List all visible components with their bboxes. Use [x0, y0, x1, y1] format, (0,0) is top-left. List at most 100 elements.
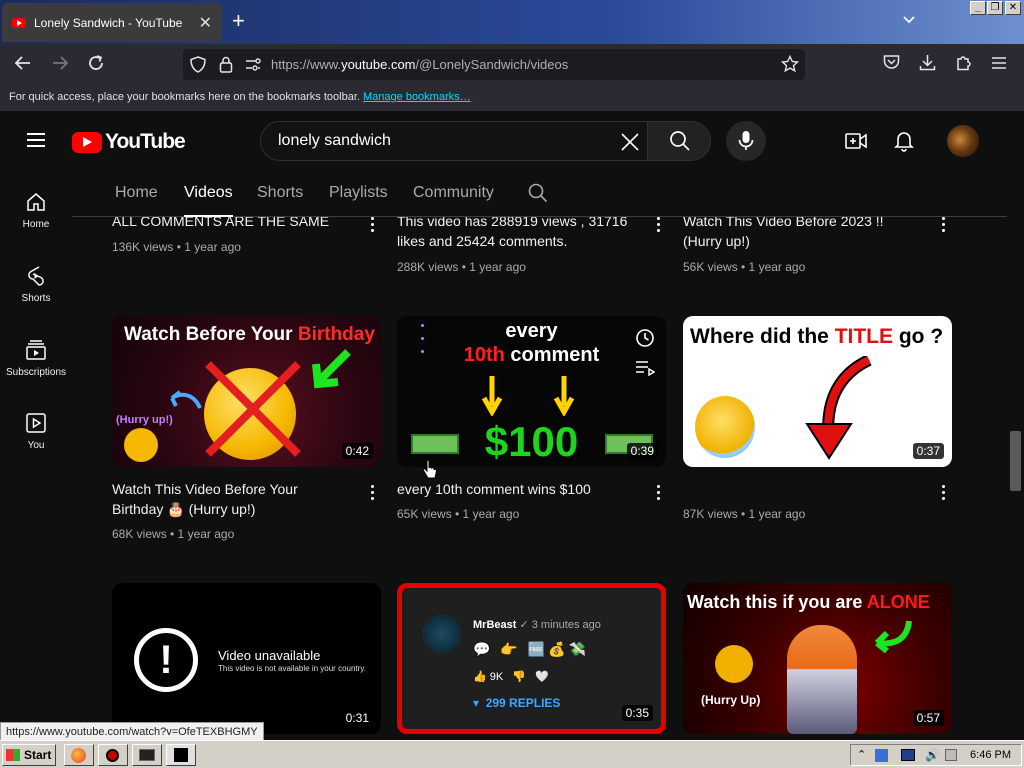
tray-misc-icon[interactable] — [945, 749, 957, 761]
youtube-play-icon — [72, 131, 102, 153]
video-title-line2[interactable]: (Hurry up!) — [683, 231, 750, 251]
extensions-icon[interactable] — [955, 54, 972, 75]
channel-tabs: Home Videos Shorts Playlists Community — [72, 171, 1007, 217]
new-tab-button[interactable]: + — [232, 8, 245, 34]
tab-home[interactable]: Home — [115, 184, 158, 202]
pocket-icon[interactable] — [883, 54, 900, 74]
browser-tab-bar: Lonely Sandwich - YouTube ✕ + _ ❐ ✕ — [0, 0, 1024, 44]
guide-menu-icon[interactable] — [27, 133, 45, 147]
account-avatar[interactable] — [947, 125, 979, 157]
minimize-window-button[interactable]: _ — [970, 1, 986, 15]
window-icon — [174, 748, 188, 762]
list-tabs-chevron-icon[interactable] — [902, 12, 916, 28]
page-scrollbar[interactable] — [1007, 111, 1024, 740]
video-title[interactable]: Watch This Video Before 2023 !! — [683, 217, 884, 231]
hand-cursor-icon — [422, 459, 438, 485]
unavailable-title: Video unavailable — [218, 648, 321, 663]
video-menu-icon[interactable] — [942, 217, 946, 235]
tray-expand-icon[interactable]: ⌃ — [857, 748, 866, 761]
forward-arrow-icon[interactable] — [51, 54, 69, 76]
windows-logo-icon — [6, 749, 20, 761]
comment-actions: 👍 9K 👎 🤍 — [473, 671, 549, 683]
browser-tab-active[interactable]: Lonely Sandwich - YouTube ✕ — [2, 3, 222, 42]
windows-taskbar: Start ⌃ 🔊 6:46 PM — [0, 740, 1024, 768]
grimace-emoji — [124, 428, 158, 462]
video-thumbnail[interactable]: MrBeast ✓ 3 minutes ago 💬 👉 🆓💰💸 👍 9K 👎 🤍… — [397, 583, 666, 734]
tab-shorts[interactable]: Shorts — [257, 184, 303, 202]
permissions-icon[interactable] — [245, 57, 261, 77]
comment-header: MrBeast ✓ 3 minutes ago — [473, 619, 601, 631]
video-menu-icon[interactable] — [657, 217, 661, 235]
restore-window-button[interactable]: ❐ — [987, 1, 1003, 15]
search-input[interactable] — [278, 132, 598, 150]
taskbar-firefox-button[interactable] — [64, 744, 94, 766]
taskbar-app-button-active[interactable] — [166, 744, 196, 766]
manage-bookmarks-link[interactable]: Manage bookmarks… — [363, 91, 471, 103]
tab-community[interactable]: Community — [413, 184, 494, 202]
green-arrow-icon — [312, 349, 351, 389]
lock-icon[interactable] — [219, 56, 233, 78]
screaming-emoji — [695, 396, 755, 458]
clear-search-icon[interactable] — [620, 128, 640, 159]
thumbnail-small-text: (Hurry up!) — [116, 414, 173, 426]
video-meta: 56K views • 1 year ago — [683, 260, 806, 274]
video-menu-icon[interactable] — [657, 485, 661, 503]
browser-nav-bar: https://www.youtube.com/@LonelySandwich/… — [0, 44, 1024, 85]
search-button[interactable] — [647, 121, 711, 161]
tracking-shield-icon[interactable] — [190, 56, 206, 78]
scrollbar-thumb[interactable] — [1010, 431, 1021, 491]
video-duration: 0:35 — [621, 705, 653, 721]
create-video-icon[interactable] — [845, 131, 867, 156]
video-thumbnail[interactable]: every 10th comment $100 0:39 — [397, 316, 666, 467]
video-title[interactable]: This video has 288919 views , 31716 — [397, 217, 627, 231]
add-to-queue-icon — [636, 361, 655, 376]
bookmark-star-icon[interactable] — [780, 54, 800, 78]
search-box[interactable] — [260, 121, 648, 161]
close-tab-icon[interactable]: ✕ — [199, 13, 212, 33]
taskbar-recorder-button[interactable] — [98, 744, 128, 766]
record-icon — [106, 749, 119, 762]
video-thumbnail[interactable]: Watch this if you are ALONE (Hurry Up) 0… — [683, 583, 952, 734]
taskbar-app-button[interactable] — [132, 744, 162, 766]
video-duration: 0:57 — [912, 710, 944, 726]
video-thumbnail[interactable]: Watch Before Your Birthday (Hurry up!) 0… — [112, 316, 381, 467]
green-arrow-icon — [874, 620, 912, 653]
youtube-favicon-icon — [12, 17, 26, 28]
network-monitor-icon[interactable] — [901, 749, 915, 761]
video-menu-icon[interactable] — [371, 485, 375, 503]
volume-icon[interactable]: 🔊 — [925, 748, 940, 762]
video-thumbnail[interactable]: ! Video unavailable This video is not av… — [112, 583, 381, 734]
video-title-line2[interactable]: likes and 25424 comments. — [397, 231, 567, 251]
downloads-icon[interactable] — [919, 54, 936, 75]
video-menu-icon[interactable] — [371, 217, 375, 235]
anime-girl-image — [787, 625, 857, 734]
microphone-icon — [738, 131, 754, 150]
video-title[interactable]: Watch This Video Before Your — [112, 479, 298, 499]
video-title-line2[interactable]: Birthday 🎂 (Hurry up!) — [112, 499, 255, 519]
tray-app-icon[interactable] — [875, 749, 888, 762]
video-menu-icon[interactable] — [942, 485, 946, 503]
notifications-bell-icon[interactable] — [894, 130, 914, 157]
yellow-down-arrow-icon — [553, 376, 575, 416]
start-button[interactable]: Start — [2, 744, 56, 766]
video-grid: ALL COMMENTS ARE THE SAME 136K views • 1… — [0, 217, 1007, 740]
back-arrow-icon[interactable] — [14, 54, 32, 76]
video-thumbnail[interactable]: Where did the TITLE go ? 0:37 — [683, 316, 952, 467]
tab-playlists[interactable]: Playlists — [329, 184, 388, 202]
youtube-header: YouTube — [0, 111, 1024, 171]
reload-icon[interactable] — [87, 54, 105, 76]
home-icon — [27, 193, 45, 211]
close-window-button[interactable]: ✕ — [1005, 1, 1021, 15]
voice-search-button[interactable] — [726, 121, 766, 161]
video-duration: 0:31 — [341, 710, 373, 726]
video-duration: 0:37 — [912, 443, 944, 459]
tab-videos[interactable]: Videos — [184, 184, 233, 202]
address-bar[interactable]: https://www.youtube.com/@LonelySandwich/… — [183, 49, 805, 80]
terminal-icon — [139, 749, 155, 761]
red-cross-icon — [205, 361, 301, 457]
channel-search-icon[interactable] — [528, 183, 548, 208]
url-text: https://www.youtube.com/@LonelySandwich/… — [271, 57, 569, 72]
video-title[interactable]: ALL COMMENTS ARE THE SAME — [112, 217, 329, 231]
youtube-logo[interactable]: YouTube — [72, 130, 186, 154]
app-menu-icon[interactable] — [991, 54, 1007, 74]
